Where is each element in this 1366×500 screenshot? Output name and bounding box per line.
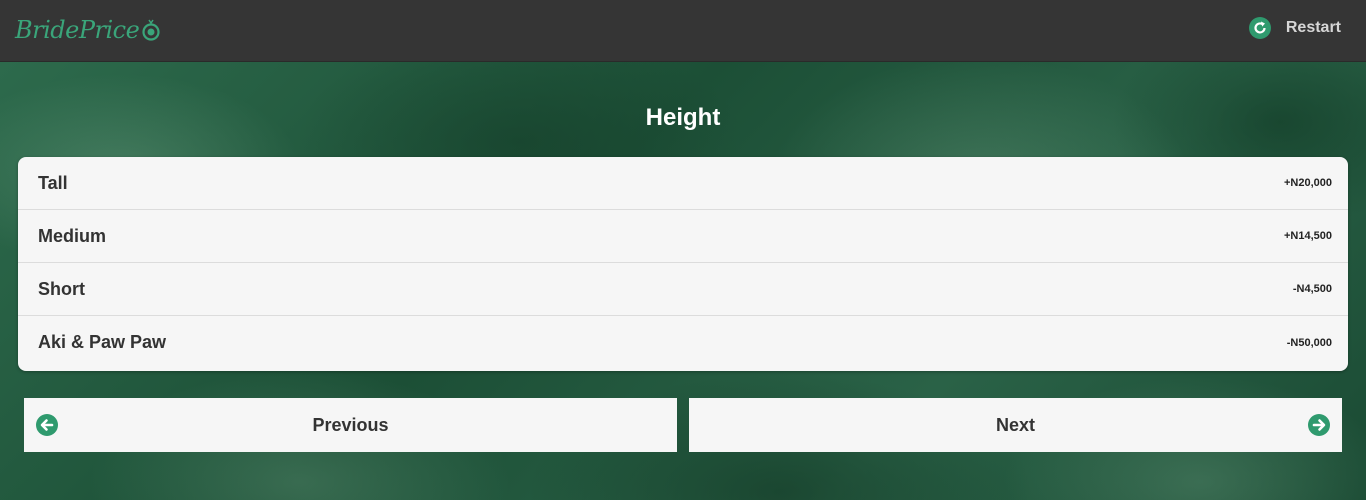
top-bar: BridePrice Restart xyxy=(0,0,1366,62)
question-title: Height xyxy=(645,104,721,131)
next-label: Next xyxy=(995,414,1035,435)
option-price: -N50,000 xyxy=(1286,336,1332,349)
option-medium[interactable]: Medium +N14,500 xyxy=(18,210,1348,263)
options-list: Tall +N20,000 Medium +N14,500 Short -N4,… xyxy=(18,157,1348,371)
option-label: Short xyxy=(38,278,85,299)
restart-label: Restart xyxy=(1285,19,1341,36)
option-price: -N4,500 xyxy=(1292,283,1332,295)
previous-label: Previous xyxy=(312,414,389,435)
arrow-left-circle-icon xyxy=(36,414,58,436)
option-price: +N20,000 xyxy=(1283,177,1332,189)
option-tall[interactable]: Tall +N20,000 xyxy=(18,157,1348,210)
option-short[interactable]: Short -N4,500 xyxy=(18,263,1348,316)
option-price: +N14,500 xyxy=(1283,230,1332,242)
refresh-icon xyxy=(1248,17,1271,39)
ring-icon xyxy=(142,19,160,41)
logo[interactable]: BridePrice xyxy=(15,14,161,46)
logo-text: BridePrice xyxy=(15,16,140,44)
previous-button[interactable]: Previous xyxy=(24,398,677,452)
arrow-right-circle-icon xyxy=(1308,414,1330,436)
next-button[interactable]: Next xyxy=(689,398,1342,452)
option-label: Medium xyxy=(38,225,107,246)
option-aki-paw-paw[interactable]: Aki & Paw Paw -N50,000 xyxy=(18,316,1348,369)
restart-button[interactable]: Restart xyxy=(1248,17,1341,39)
option-label: Tall xyxy=(38,172,68,193)
option-label: Aki & Paw Paw xyxy=(38,332,167,352)
